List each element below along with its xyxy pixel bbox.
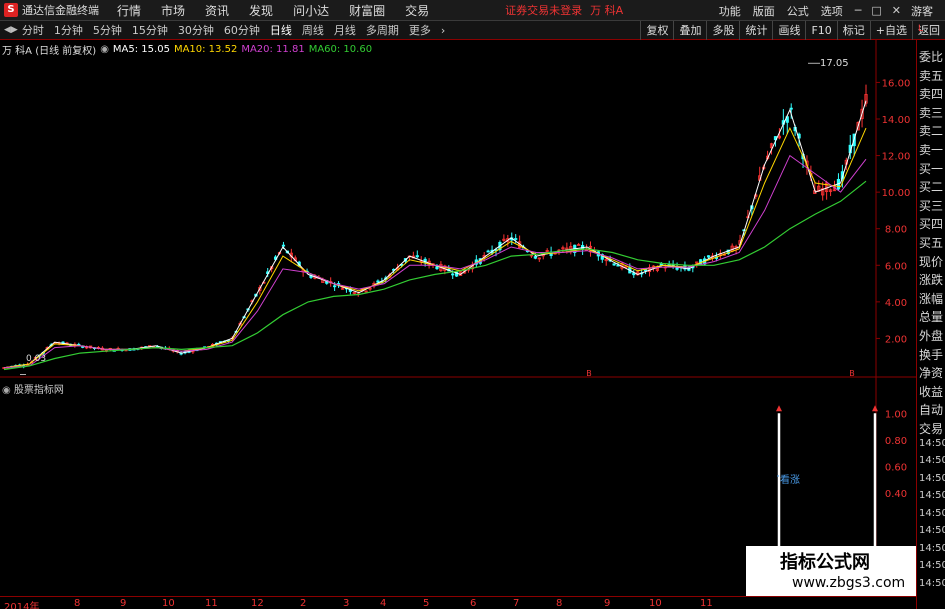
side-panel-item: 14:50: [919, 542, 945, 554]
side-panel-item: 外盘: [919, 329, 944, 343]
candle-body: [415, 255, 419, 258]
side-panel-item: 换手: [919, 347, 944, 362]
ma5-label: MA5: 15.05: [112, 44, 170, 55]
ma-line-ma20: [3, 154, 867, 369]
indicator-title: 股票指标网: [13, 385, 64, 396]
side-panel-item: 净资: [919, 366, 944, 381]
candle-body: [533, 256, 537, 259]
side-panel-item: 卖三: [919, 105, 944, 120]
candle-body: [514, 238, 518, 240]
sub-y-tick-label: 0.40: [885, 489, 907, 500]
candle-body: [706, 255, 711, 258]
ma-toggle-icon[interactable]: ◉: [100, 44, 109, 55]
candle-body: [789, 107, 793, 110]
candle-body: [376, 280, 380, 283]
y-tick-label: 4.00: [885, 298, 907, 309]
sub-y-tick-label: 0.80: [885, 436, 907, 447]
side-panel-item: 卖二: [919, 124, 944, 139]
stock-label: 万 科A (日线 前复权): [2, 46, 97, 57]
ma-line-ma60: [3, 180, 867, 371]
signal-marker: B: [586, 369, 592, 378]
y-tick-label: 8.00: [885, 225, 907, 236]
ma60-label: MA60: 10.60: [308, 44, 373, 55]
y-tick-label: 12.00: [882, 152, 911, 163]
candle-body: [643, 269, 648, 272]
signal-marker: B: [849, 369, 855, 378]
signal-arrow-icon: [872, 405, 878, 412]
date-tick: 8: [74, 598, 81, 609]
ma-header: 万 科A (日线 前复权) ◉ MA5: 15.05 MA10: 13.52 M…: [2, 42, 376, 57]
side-panel-item: 14:50: [919, 560, 945, 571]
date-tick: 6: [470, 598, 477, 609]
candle-body: [451, 273, 455, 276]
candle-body: [281, 244, 286, 247]
y-tick-label: 6.00: [885, 261, 907, 272]
side-panel-item: 卖四: [919, 87, 944, 102]
side-panel-item: 买二: [919, 180, 944, 195]
kline-chart[interactable]: 16.00 14.00 12.00 10.00 8.00 6.00 4.00 2.00 B B 1.…: [0, 0, 916, 609]
side-panel-item: 自动: [919, 403, 944, 418]
candle-body: [486, 250, 490, 253]
ma-line-ma5: [3, 100, 867, 369]
date-tick: 11: [700, 598, 713, 609]
signal-arrow-icon: [776, 405, 782, 412]
date-tick: 5: [423, 598, 430, 609]
date-tick: 2014年: [4, 602, 40, 609]
side-panel-marker: L: [918, 24, 924, 34]
watermark-url: www.zbgs3.com: [792, 575, 906, 591]
candle-body: [333, 285, 337, 288]
date-tick: 4: [380, 598, 387, 609]
candle-body: [435, 266, 439, 270]
signal-label: 看涨: [780, 475, 800, 486]
y-tick-label: 10.00: [882, 188, 911, 199]
watermark-title: 指标公式网: [780, 552, 870, 573]
date-tick: 3: [343, 598, 350, 609]
side-panel-item: 买三: [919, 198, 944, 213]
side-panel-item: 总量: [919, 310, 944, 325]
side-panel-item: 现价: [919, 254, 944, 269]
date-tick: 10: [649, 598, 662, 609]
side-panel-item: 涨跌: [919, 273, 944, 288]
indicator-toggle-icon[interactable]: ◉: [2, 385, 11, 396]
ma10-label: MA10: 13.52: [173, 44, 238, 55]
side-panel-item: 买五: [919, 236, 944, 250]
date-tick: 11: [205, 598, 218, 609]
indicator-header: ◉ 股票指标网: [2, 381, 64, 396]
side-panel-item: 收益: [919, 384, 944, 399]
candle-body: [612, 263, 616, 266]
side-panel-item: 14:50: [919, 455, 945, 466]
side-panel-item: 买一: [919, 161, 944, 176]
side-panel-item: 涨幅: [919, 291, 944, 306]
sub-y-tick-label: 1.00: [885, 409, 907, 420]
tool-back[interactable]: 返回: [912, 21, 945, 40]
side-panel-item: 14:50: [919, 507, 945, 519]
side-panel-item: 14:50: [919, 437, 945, 449]
y-tick-label: 2.00: [885, 334, 907, 345]
date-tick: 2: [300, 598, 307, 609]
candle-body: [577, 244, 581, 246]
side-panel-item: 卖一: [919, 143, 944, 157]
date-tick: 9: [604, 598, 611, 609]
side-panel-item: 14:50: [919, 577, 945, 589]
date-tick: 8: [556, 598, 563, 609]
y-tick-label: 16.00: [882, 78, 911, 89]
side-panel-item: 交易: [919, 422, 944, 436]
side-panel-item: 买四: [919, 217, 944, 232]
date-tick: 12: [251, 598, 264, 609]
side-panel-item: 14:50: [919, 525, 945, 536]
ma20-label: MA20: 11.81: [241, 44, 305, 55]
low-price-label: 0.03: [26, 354, 47, 364]
y-tick-label: 14.00: [882, 115, 911, 126]
side-panel-item: 卖五: [919, 68, 944, 83]
sub-y-tick-label: 0.60: [885, 462, 907, 473]
side-panel-item: 委比: [919, 50, 944, 64]
date-tick: 10: [162, 598, 175, 609]
side-panel-item: 14:50: [919, 472, 945, 484]
date-tick: 7: [513, 598, 520, 609]
date-tick: 9: [120, 598, 127, 609]
date-axis: 2014年 8 9 10 11 12 2 3 4 5 6 7 8 9 10 11: [0, 596, 916, 609]
side-panel-item: 14:50: [919, 490, 945, 501]
high-price-label: 17.05: [820, 58, 849, 69]
